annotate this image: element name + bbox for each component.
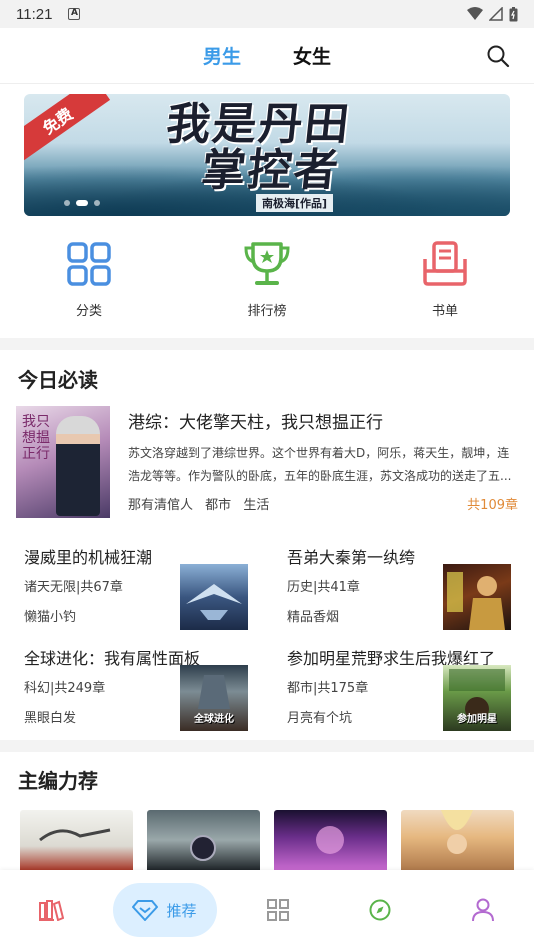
featured-book-meta: 那有清倌人 都市 生活 [128, 494, 277, 513]
today-section-title: 今日必读 [18, 368, 98, 392]
indicator-dot [94, 200, 100, 206]
book-author: 黑眼白发 [24, 711, 77, 726]
featured-book-tag: 都市 [205, 498, 232, 513]
signal-icon [489, 7, 503, 21]
quick-entries: 分类 排行榜 书单 [0, 240, 534, 336]
featured-book-chapters: 共109章 [467, 498, 518, 513]
featured-book-author: 那有清倌人 [128, 498, 194, 513]
battery-icon [509, 6, 518, 21]
search-icon[interactable] [486, 44, 510, 68]
book-cover [443, 564, 511, 630]
book-card[interactable]: 参加明星荒野求生后我爆红了 都市|共175章 月亮有个坑 参加明星 [287, 645, 517, 731]
status-time: 11:21 [16, 5, 53, 23]
book-meta: 科幻|共249章 [24, 681, 106, 696]
cover-art [190, 835, 216, 861]
book-author: 懒猫小钓 [24, 610, 77, 625]
entry-booklist[interactable]: 书单 [356, 240, 534, 336]
booklist-icon [421, 240, 469, 288]
book-title: 吾弟大秦第一纨绔 [287, 548, 416, 567]
recommend-book-cover[interactable] [274, 810, 387, 870]
book-cover: 全球进化 [180, 665, 248, 731]
status-bar: 11:21 A [0, 0, 534, 28]
featured-book-title: 港综：大佬擎天柱，我只想揾正行 [128, 413, 383, 433]
nav-profile[interactable] [432, 883, 534, 937]
profile-icon [471, 898, 494, 922]
status-icons [467, 6, 518, 22]
entry-category-label: 分类 [75, 304, 102, 319]
nav-bookshelf[interactable] [0, 883, 103, 937]
tab-male[interactable]: 男生 [203, 42, 241, 69]
featured-book-description: 苏文洛穿越到了港综世界。这个世界有着大D，阿乐，蒋天生，靓坤，连浩龙等等。作为警… [128, 446, 512, 483]
nav-discover[interactable] [329, 883, 432, 937]
entry-ranking-label: 排行榜 [247, 304, 287, 319]
recommend-book-cover[interactable] [401, 810, 514, 870]
book-meta: 都市|共175章 [287, 681, 369, 696]
book-meta: 诸天无限|共67章 [24, 580, 123, 595]
cover-art [316, 826, 344, 854]
book-meta: 历史|共41章 [287, 580, 360, 595]
banner-title-line2: 掌控者 [198, 145, 343, 196]
nav-recommend-label: 推荐 [166, 901, 197, 920]
recommend-book-cover[interactable] [20, 810, 133, 870]
book-cover-title: 全球进化 [194, 714, 234, 725]
featured-book[interactable]: 我只想揾正行 港综：大佬擎天柱，我只想揾正行 苏文洛穿越到了港综世界。这个世界有… [16, 406, 518, 520]
cover-figure [56, 416, 100, 516]
banner-author: 南极海[作品] [256, 194, 334, 212]
book-title: 全球进化：我有属性面板 [24, 649, 201, 668]
recommend-book-cover[interactable] [147, 810, 260, 870]
cover-art [441, 810, 473, 854]
entry-booklist-label: 书单 [431, 304, 458, 319]
book-card[interactable]: 全球进化：我有属性面板 科幻|共249章 黑眼白发 全球进化 [24, 645, 254, 731]
wifi-icon [467, 7, 483, 20]
book-cover-title: 参加明星 [457, 714, 497, 725]
cover-title: 我只想揾正行 [22, 414, 50, 462]
indicator-dot [64, 200, 70, 206]
bottom-nav: 推荐 [0, 870, 534, 950]
section-divider [0, 338, 534, 350]
cover-art [39, 828, 111, 842]
section-divider [0, 740, 534, 752]
featured-book-tag: 生活 [243, 498, 270, 513]
tab-female[interactable]: 女生 [293, 42, 331, 69]
book-title: 漫威里的机械狂潮 [24, 548, 153, 567]
editor-recommend-list [20, 810, 534, 870]
bookshelf-icon [39, 900, 65, 921]
editor-section-title: 主编力荐 [18, 769, 98, 793]
cover-art [447, 572, 505, 630]
top-nav: 男生 女生 [0, 28, 534, 84]
banner-title: 我是丹田 掌控者 [159, 99, 354, 196]
book-card[interactable]: 吾弟大秦第一纨绔 历史|共41章 精品香烟 [287, 544, 517, 630]
book-author: 月亮有个坑 [287, 711, 353, 726]
category-icon [266, 899, 289, 921]
book-cover [180, 564, 248, 630]
trophy-icon [243, 240, 291, 288]
recommend-icon [132, 900, 159, 921]
book-card[interactable]: 漫威里的机械狂潮 诸天无限|共67章 懒猫小钓 [24, 544, 254, 630]
entry-ranking[interactable]: 排行榜 [178, 240, 356, 336]
banner-indicator [64, 200, 100, 206]
book-author: 精品香烟 [287, 610, 340, 625]
banner-title-line1: 我是丹田 [163, 99, 354, 150]
notification-icon: A [68, 8, 81, 20]
book-cover: 参加明星 [443, 665, 511, 731]
nav-recommend[interactable]: 推荐 [112, 883, 217, 937]
indicator-dot-active [76, 200, 88, 206]
grid-icon [65, 240, 113, 288]
entry-category[interactable]: 分类 [0, 240, 178, 336]
discover-icon [369, 899, 391, 921]
cover-art [186, 584, 242, 620]
nav-category[interactable] [227, 883, 330, 937]
featured-book-cover: 我只想揾正行 [16, 406, 110, 518]
free-badge: 免费 [24, 94, 111, 164]
banner[interactable]: 我是丹田 掌控者 南极海[作品] 免费 [24, 94, 510, 216]
